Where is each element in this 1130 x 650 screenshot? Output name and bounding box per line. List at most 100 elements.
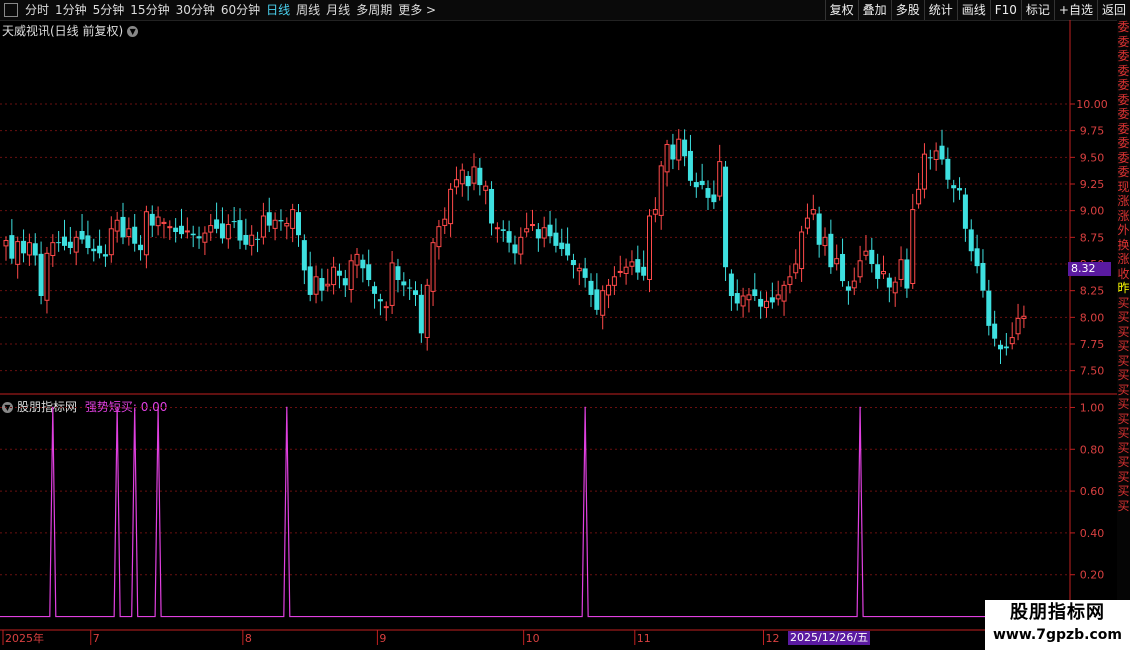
candle-body-up (313, 276, 319, 295)
candle-body-down (319, 278, 325, 291)
quote-label: 委 (1117, 92, 1130, 107)
candle-body-down (845, 286, 851, 291)
candle-body-down (635, 259, 641, 273)
candle-body-down (91, 248, 97, 252)
candle-body-down (413, 290, 418, 295)
candle-body-up (746, 294, 752, 301)
candle-body-down (998, 344, 1003, 350)
indicator-spike (286, 406, 288, 409)
candle-body-up (436, 226, 442, 248)
candle-body-up (26, 242, 32, 256)
candle-body-up (1015, 317, 1021, 335)
candle-body-down (21, 240, 27, 254)
candle-body-down (401, 281, 407, 286)
candle-body-up (740, 295, 746, 307)
candle-body-down (962, 194, 968, 229)
date-tick-label: 11 (637, 632, 651, 645)
candle-body-down (758, 298, 764, 307)
candle-body-down (237, 220, 243, 241)
price-tick-label: 9.00 (1080, 205, 1105, 218)
quote-label: 买 (1117, 469, 1130, 484)
indicator-tick-label: 0.20 (1080, 569, 1105, 582)
candle-body-up (208, 225, 214, 233)
candle-body-up (530, 224, 535, 227)
candle-body-down (705, 188, 711, 198)
candle-body-down (465, 175, 471, 187)
candle-body-down (377, 299, 383, 302)
quote-label: 买 (1117, 382, 1130, 397)
candle-body-down (38, 253, 44, 296)
candle-body-up (629, 261, 635, 267)
quote-label: 委 (1117, 121, 1130, 136)
candle-body-up (921, 153, 927, 190)
candle-body-up (623, 266, 629, 274)
candle-body-up (787, 276, 793, 285)
candle-body-down (418, 294, 424, 334)
candle-body-down (869, 249, 875, 264)
candle-body-up (851, 280, 857, 289)
candle-body-down (752, 289, 758, 296)
candle-body-down (190, 233, 196, 236)
quote-label: 委 (1117, 20, 1130, 34)
candle-body-up (73, 236, 79, 253)
candle-body-up (664, 144, 670, 173)
candle-body-down (132, 226, 138, 244)
candle-body-down (565, 243, 571, 256)
indicator-spike (584, 406, 586, 409)
price-tick-label: 7.75 (1080, 338, 1105, 351)
indicator-tick-label: 0.80 (1080, 443, 1105, 456)
indicator-spike (859, 406, 861, 409)
quote-label: 换 (1117, 237, 1130, 252)
candle-body-down (875, 264, 881, 279)
date-tick-label: 12 (766, 632, 780, 645)
candle-body-up (658, 165, 664, 216)
quote-label: 买 (1117, 397, 1130, 411)
candle-body-up (383, 306, 389, 309)
quote-label: 委 (1117, 136, 1130, 150)
candle-body-down (582, 268, 588, 278)
quote-label: 买 (1117, 324, 1130, 339)
candle-body-up (167, 226, 173, 229)
price-tick-label: 8.75 (1080, 231, 1105, 244)
quote-label: 委 (1117, 78, 1130, 92)
quote-label: 买 (1117, 310, 1130, 324)
candle-body-down (62, 236, 67, 246)
candle-body-down (1003, 346, 1009, 349)
indicator-spike (116, 406, 118, 409)
candle-body-up (155, 216, 161, 227)
candle-body-down (992, 323, 998, 339)
candle-body-down (407, 287, 413, 289)
candle-body-up (611, 276, 617, 286)
candle-body-up (717, 161, 723, 197)
candle-body-up (576, 267, 582, 272)
date-tick-label: 2025年 (5, 631, 44, 645)
candle-body-down (219, 223, 225, 239)
stock-chart: 10.009.759.509.259.008.758.508.258.007.7… (0, 20, 1117, 645)
candle-body-up (617, 270, 623, 273)
candle-body-down (693, 182, 699, 188)
candle-body-down (296, 212, 301, 236)
candle-body-down (570, 259, 576, 266)
candle-body-up (161, 221, 167, 224)
quote-label: 买 (1117, 484, 1130, 498)
cursor-date-badge: 2025/12/26/五 (788, 631, 871, 645)
quote-label: 委 (1117, 107, 1130, 121)
candle-body-down (957, 188, 963, 191)
candle-body-up (249, 234, 255, 246)
candle-body-down (559, 242, 565, 250)
candle-body-down (711, 194, 717, 203)
candle-body-up (50, 242, 56, 257)
candle-body-down (682, 139, 688, 157)
price-tick-label: 9.50 (1080, 151, 1105, 164)
quote-label: 买 (1117, 295, 1130, 310)
candle-body-up (863, 250, 869, 256)
candle-body-up (348, 260, 354, 290)
indicator-tick-label: 1.00 (1080, 401, 1105, 414)
candle-body-up (331, 266, 337, 286)
candle-body-down (986, 290, 992, 326)
candle-body-down (886, 277, 892, 288)
candle-body-down (641, 266, 647, 276)
candle-body-up (453, 179, 459, 188)
candle-body-down (588, 280, 594, 295)
candle-body-down (840, 253, 846, 282)
